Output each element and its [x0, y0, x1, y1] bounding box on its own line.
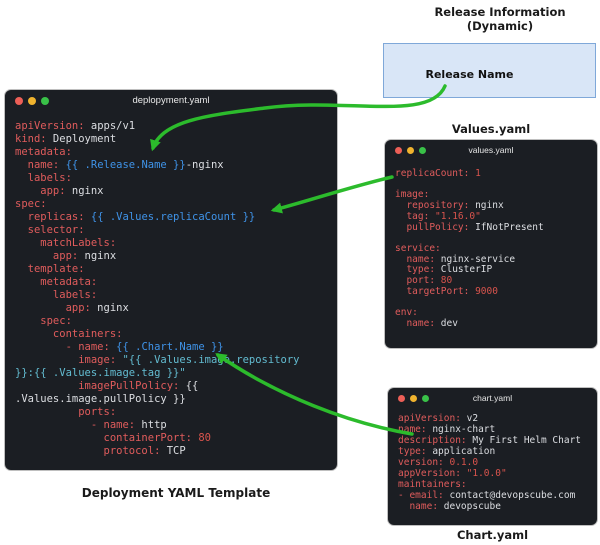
- window-close-icon: [395, 147, 402, 154]
- window-minimize-icon: [28, 97, 36, 105]
- window-maximize-icon: [419, 147, 426, 154]
- deployment-window-titlebar: deplopyment.yaml: [5, 90, 337, 112]
- window-controls: [398, 395, 429, 402]
- chart-yaml-window: chart.yaml apiVersion: v2name: nginx-cha…: [388, 388, 597, 525]
- page-root: { "colors": { "window_bg": "#1b1e23", "w…: [0, 0, 600, 545]
- window-maximize-icon: [422, 395, 429, 402]
- deployment-yaml-code: apiVersion: apps/v1kind: Deploymentmetad…: [5, 112, 337, 458]
- values-yaml-code: replicaCount: 1 image: repository: nginx…: [385, 160, 597, 330]
- values-caption: Values.yaml: [385, 122, 597, 136]
- window-minimize-icon: [410, 395, 417, 402]
- deployment-caption: Deployment YAML Template: [10, 486, 342, 500]
- values-yaml-window: values.yaml replicaCount: 1 image: repos…: [385, 140, 597, 348]
- window-controls: [395, 147, 426, 154]
- window-close-icon: [398, 395, 405, 402]
- deployment-window-title: deplopyment.yaml: [5, 90, 337, 112]
- release-info-heading-line2: (Dynamic): [400, 19, 600, 33]
- window-maximize-icon: [41, 97, 49, 105]
- window-close-icon: [15, 97, 23, 105]
- release-name-box: Release Name: [383, 43, 596, 98]
- release-info-heading: Release Information (Dynamic): [400, 5, 600, 33]
- release-info-heading-line1: Release Information: [400, 5, 600, 19]
- values-window-titlebar: values.yaml: [385, 140, 597, 160]
- chart-caption: Chart.yaml: [388, 528, 597, 542]
- window-minimize-icon: [407, 147, 414, 154]
- release-name-label: Release Name: [426, 68, 514, 81]
- chart-window-titlebar: chart.yaml: [388, 388, 597, 408]
- window-controls: [15, 97, 49, 105]
- chart-yaml-code: apiVersion: v2name: nginx-chartdescripti…: [388, 408, 597, 512]
- deployment-yaml-window: deplopyment.yaml apiVersion: apps/v1kind…: [5, 90, 337, 470]
